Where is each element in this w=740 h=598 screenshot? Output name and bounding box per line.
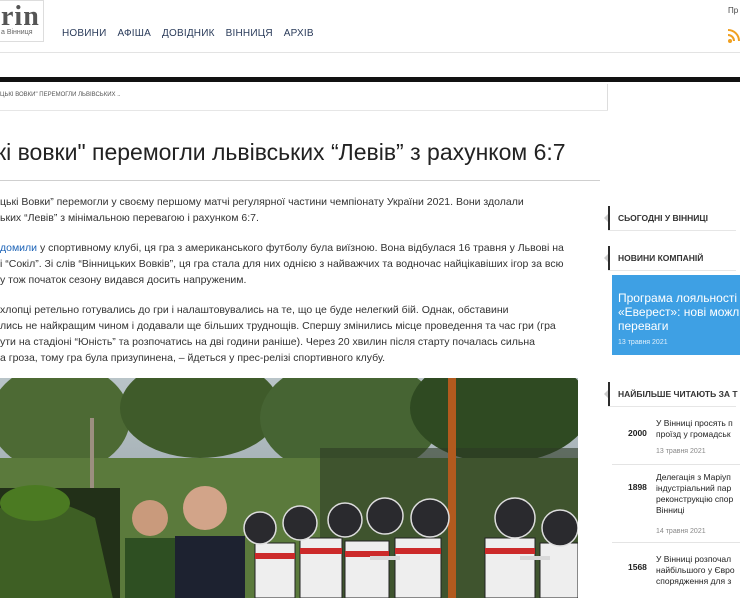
most-read-title: У Вінниці розпочал найбільшого у Євро сп… <box>656 554 735 587</box>
article-text: у спортивному клубі, ця гра з американсь… <box>37 242 564 254</box>
company-news-title-line: переваги <box>618 319 669 333</box>
nav-item-news[interactable]: НОВИНИ <box>62 28 106 39</box>
view-count: 1898 <box>628 482 647 492</box>
section-header-today[interactable]: СЬОГОДНІ У ВІННИЦІ <box>604 206 736 231</box>
article-paragraph-2-line-1: домили у спортивному клубі, ця гра з аме… <box>0 240 564 256</box>
most-read-title-line: найбільшого у Євро <box>656 565 735 575</box>
main-nav: НОВИНИ АФІША ДОВІДНИК ВІННИЦЯ АРХІВ <box>62 28 325 39</box>
most-read-title-line: Вінниці <box>656 505 685 515</box>
most-read-item[interactable]: 2000 У Вінниці просять п проїзд у громад… <box>612 412 740 465</box>
site-header: rin а Вінниця НОВИНИ АФІША ДОВІДНИК ВІНН… <box>0 0 740 53</box>
article-paragraph-3-line-2: лись не найкращим чином і додавали ще бі… <box>0 320 556 332</box>
most-read-title: У Вінниці просять п проїзд у громадськ <box>656 418 733 440</box>
most-read-date: 13 травня 2021 <box>656 448 706 455</box>
most-read-title-line: реконструкцію спор <box>656 494 734 504</box>
section-marker <box>608 382 610 406</box>
breadcrumb-current: ЦЬКІ ВОВКИ" ПЕРЕМОГЛИ ЛЬВІВСЬКИХ .. <box>0 92 121 98</box>
article-paragraph-2-line-3: у тож початок сезону видався досить напр… <box>0 274 247 286</box>
top-right-link[interactable]: Пр <box>728 6 738 15</box>
article-paragraph-3-line-3: ути на стадіоні “Юність” та розпочатись … <box>0 336 535 348</box>
nav-item-directory[interactable]: ДОВІДНИК <box>162 28 215 39</box>
most-read-title: Делегація з Маріуп індустріальний пар ре… <box>656 472 733 516</box>
logo-subtitle: а Вінниця <box>1 29 33 36</box>
most-read-title-line: У Вінниці розпочал <box>656 554 732 564</box>
logo-text: rin <box>1 1 40 32</box>
view-count: 2000 <box>628 428 647 438</box>
section-title-today: СЬОГОДНІ У ВІННИЦІ <box>618 213 708 223</box>
article-paragraph-3-line-1: хлопці ретельно готувались до гри і нала… <box>0 304 509 316</box>
section-title-companies: НОВИНИ КОМПАНІЙ <box>618 253 704 263</box>
most-read-item[interactable]: 1898 Делегація з Маріуп індустріальний п… <box>612 466 740 543</box>
most-read-title-line: У Вінниці просять п <box>656 418 733 428</box>
article-inline-link[interactable]: домили <box>0 242 37 254</box>
section-header-most-read[interactable]: НАЙБІЛЬШЕ ЧИТАЮТЬ ЗА Т <box>604 382 738 407</box>
company-news-title-line: Програма лояльності <box>618 291 737 305</box>
nav-item-archive[interactable]: АРХІВ <box>284 28 314 39</box>
nav-item-afisha[interactable]: АФІША <box>117 28 151 39</box>
section-header-companies[interactable]: НОВИНИ КОМПАНІЙ <box>604 246 736 271</box>
company-news-title: Програма лояльності «Еверест»: нові можл… <box>618 291 740 333</box>
most-read-title-line: спорядження для з <box>656 576 732 586</box>
nav-item-vinnytsia[interactable]: ВІННИЦЯ <box>226 28 273 39</box>
company-news-date: 13 травня 2021 <box>618 339 668 346</box>
article-paragraph-2-line-2: і “Сокіл”. Зі слів “Вінницьких Вовків”, … <box>0 258 564 270</box>
article-title: кі вовки" перемогли львівських “Левів” з… <box>0 139 566 166</box>
most-read-date: 14 травня 2021 <box>656 528 706 535</box>
most-read-title-line: Делегація з Маріуп <box>656 472 731 482</box>
rss-icon[interactable] <box>726 26 740 44</box>
article-photo <box>0 378 578 598</box>
site-logo[interactable]: rin а Вінниця <box>0 0 44 42</box>
most-read-title-line: індустріальний пар <box>656 483 732 493</box>
section-title-most-read: НАЙБІЛЬШЕ ЧИТАЮТЬ ЗА Т <box>618 389 738 399</box>
article-paragraph-1-line-2: ьких “Левів” з мінімальною перевагою і р… <box>0 212 259 224</box>
title-rule <box>0 180 600 181</box>
company-news-card[interactable]: Програма лояльності «Еверест»: нові можл… <box>612 275 740 355</box>
section-marker <box>608 246 610 270</box>
article-paragraph-1-line-1: цькі Вовки” перемогли у своєму першому м… <box>0 196 524 208</box>
view-count: 1568 <box>628 562 647 572</box>
most-read-title-line: проїзд у громадськ <box>656 429 731 439</box>
breadcrumb: ЦЬКІ ВОВКИ" ПЕРЕМОГЛИ ЛЬВІВСЬКИХ .. <box>0 84 608 111</box>
most-read-item[interactable]: 1568 У Вінниці розпочал найбільшого у Єв… <box>612 548 740 598</box>
section-marker <box>608 206 610 230</box>
company-news-title-line: «Еверест»: нові можли <box>618 305 740 319</box>
article-paragraph-3-line-4: а гроза, тому гра була призупинена, – йд… <box>0 352 386 364</box>
